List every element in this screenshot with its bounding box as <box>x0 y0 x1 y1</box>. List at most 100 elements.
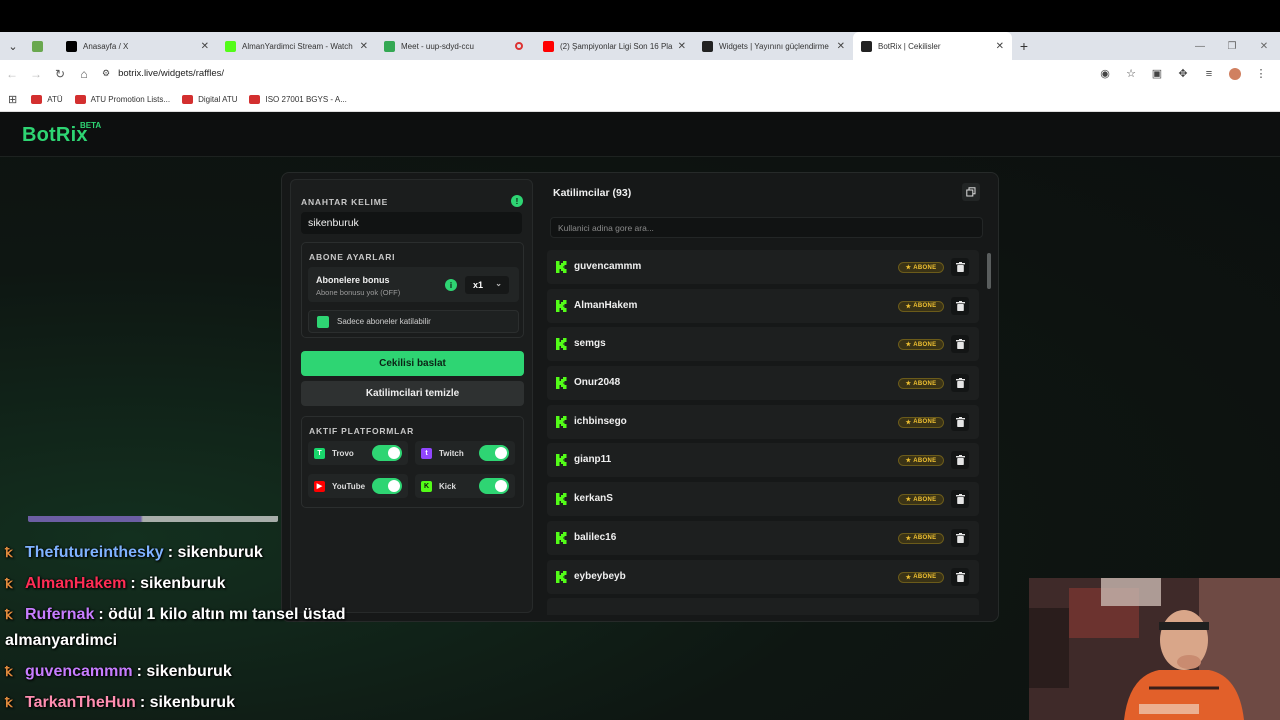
kick-icon <box>556 338 567 351</box>
kick-icon <box>556 570 567 583</box>
browser-tab[interactable]: Anasayfa / X ✕ <box>58 32 217 60</box>
profile-avatar[interactable] <box>1229 67 1241 80</box>
subscriber-badge: ★ ABONE <box>898 262 944 273</box>
subscriber-badge: ★ ABONE <box>898 455 944 467</box>
media-icon[interactable]: ≡ <box>1196 68 1222 80</box>
browser-tab[interactable]: BotRix | Cekilisler ✕ <box>853 32 1012 60</box>
subscriber-bonus-row: Abonelere bonus Abone bonusu yok (OFF) i… <box>308 267 519 302</box>
trash-icon <box>955 455 965 466</box>
tab-close-icon[interactable]: ✕ <box>837 41 845 52</box>
only-subscribers-label: Sadece aboneler katilabilir <box>337 317 431 326</box>
keyword-label: ANAHTAR KELIME <box>301 197 389 207</box>
only-subscribers-checkbox[interactable]: Sadece aboneler katilabilir <box>308 310 519 333</box>
multiplier-select[interactable]: x1 ⌄ <box>465 276 509 294</box>
platform-twitch-label: Twitch <box>439 448 464 458</box>
tab-close-icon[interactable]: ✕ <box>678 41 686 52</box>
participant-name: balilec16 <box>574 531 617 543</box>
active-platforms-title: AKTIF PLATFORMLAR <box>309 426 415 436</box>
star-icon: ★ <box>905 342 912 349</box>
keyword-input[interactable]: sikenburuk <box>301 212 522 234</box>
remove-participant-button[interactable] <box>951 567 969 586</box>
remove-participant-button[interactable] <box>951 412 969 431</box>
bookmark-item[interactable]: ATU Promotion Lists... <box>74 94 170 104</box>
bookmark-item[interactable]: ATÜ <box>31 94 63 104</box>
forward-icon[interactable]: → <box>24 67 48 81</box>
browser-tab-strip: ⌄ Anasayfa / X ✕ AlmanYardimci Stream - Wa… <box>0 32 1280 60</box>
participant-search-input[interactable]: Kullanici adina gore ara... <box>550 217 983 238</box>
remove-participant-button[interactable] <box>951 335 969 354</box>
platform-kick: K Kick <box>415 474 515 498</box>
botrix-logo[interactable]: BotRix <box>22 124 88 147</box>
twitch-toggle[interactable] <box>479 445 509 461</box>
back-icon[interactable]: ← <box>0 67 24 81</box>
participant-row: guvencammm ★ ABONE <box>547 250 979 284</box>
keyword-info-icon[interactable]: ! <box>511 195 523 207</box>
subscriber-badge: ★ ABONE <box>898 571 944 583</box>
bookmark-item[interactable]: ISO 27001 BGYS - A... <box>249 94 347 104</box>
browser-tab[interactable]: Meet - uup-sdyd-ccu <box>376 32 535 60</box>
bookmark-star-icon[interactable]: ☆ <box>1118 67 1144 80</box>
url-text: botrix.live/widgets/raffles/ <box>118 68 225 79</box>
bookmark-item[interactable]: Digital ATU <box>182 94 238 104</box>
start-raffle-button[interactable]: Cekilisi baslat <box>301 351 524 376</box>
participant-row: semgs ★ ABONE <box>547 327 979 362</box>
badge-label: ABONE <box>913 457 937 464</box>
remove-participant-button[interactable] <box>951 451 969 470</box>
tab-title: Widgets | Yayınını güçlendirme <box>719 41 829 51</box>
browser-tab[interactable]: Widgets | Yayınını güçlendirme ✕ <box>694 32 853 60</box>
subscriber-badge: ★ ABONE <box>898 378 944 390</box>
tab-close-icon[interactable]: ✕ <box>360 41 368 52</box>
remove-participant-button[interactable] <box>951 490 969 509</box>
browser-tab[interactable]: (2) Şampiyonlar Ligi Son 16 Pla ✕ <box>535 32 694 60</box>
recording-icon <box>515 42 523 50</box>
copy-list-button[interactable] <box>962 183 980 201</box>
bookmark-label: Digital ATU <box>198 94 238 104</box>
kick-icon <box>556 415 567 428</box>
remove-participant-button[interactable] <box>951 374 969 393</box>
tab-close-icon[interactable]: ✕ <box>201 41 209 52</box>
platform-trovo: T Trovo <box>308 441 408 465</box>
browser-tab[interactable] <box>26 32 58 60</box>
chevron-down-icon: ⌄ <box>495 279 502 288</box>
trovo-toggle[interactable] <box>372 445 402 461</box>
close-window-icon[interactable]: ✕ <box>1248 41 1280 52</box>
tab-search-icon[interactable]: ⌄ <box>0 32 26 60</box>
site-info-icon[interactable]: ⚙ <box>102 68 110 79</box>
bookmark-favicon-icon <box>31 94 43 104</box>
new-tab-button[interactable]: + <box>1012 38 1036 54</box>
participant-name: Onur2048 <box>574 377 621 389</box>
bonus-name: Abonelere bonus <box>316 275 390 285</box>
browser-tab[interactable]: AlmanYardimci Stream - Watch ✕ <box>217 32 376 60</box>
tab-close-icon[interactable]: ✕ <box>996 41 1004 52</box>
star-icon: ★ <box>905 381 912 388</box>
youtube-toggle[interactable] <box>372 478 402 494</box>
tab-title: (2) Şampiyonlar Ligi Son 16 Pla <box>560 41 673 51</box>
clear-participants-button[interactable]: Katilimcilari temizle <box>301 381 524 406</box>
apps-grid-icon[interactable]: ⊞ <box>8 93 17 106</box>
scrollbar-thumb[interactable] <box>987 253 991 289</box>
kick-toggle[interactable] <box>479 478 509 494</box>
active-platforms: AKTIF PLATFORMLAR T Trovo t Twitch ▶ You… <box>301 416 524 508</box>
participant-name: eybeybeyb <box>574 570 626 582</box>
participants-scrollbar[interactable] <box>987 250 992 610</box>
url-field[interactable]: ⚙ botrix.live/widgets/raffles/ <box>102 68 224 79</box>
minimize-icon[interactable]: — <box>1184 41 1216 52</box>
puzzle-icon[interactable]: ✥ <box>1170 67 1196 80</box>
remove-participant-button[interactable] <box>951 296 969 315</box>
address-actions: ◉ ☆ ▣ ✥ ≡ ⋮ <box>1092 60 1274 87</box>
home-icon[interactable]: ⌂ <box>72 67 96 81</box>
kick-icon <box>556 377 567 390</box>
menu-icon[interactable]: ⋮ <box>1248 67 1274 80</box>
bonus-info-icon[interactable]: i <box>445 279 457 291</box>
youtube-icon: ▶ <box>314 480 325 492</box>
eye-off-icon[interactable]: ◉ <box>1092 67 1118 80</box>
participant-row: gianp11 ★ ABONE <box>547 443 979 478</box>
participants-list: guvencammm ★ ABONE AlmanHakem ★ ABONE semgs ★ AB… <box>547 250 979 615</box>
restore-icon[interactable]: ❐ <box>1216 41 1248 52</box>
remove-participant-button[interactable] <box>951 258 969 276</box>
remove-participant-button[interactable] <box>951 528 969 547</box>
checkbox-icon[interactable] <box>317 315 329 328</box>
extension-icon[interactable]: ▣ <box>1144 67 1170 80</box>
reload-icon[interactable]: ↻ <box>48 67 72 81</box>
badge-label: ABONE <box>913 574 937 580</box>
